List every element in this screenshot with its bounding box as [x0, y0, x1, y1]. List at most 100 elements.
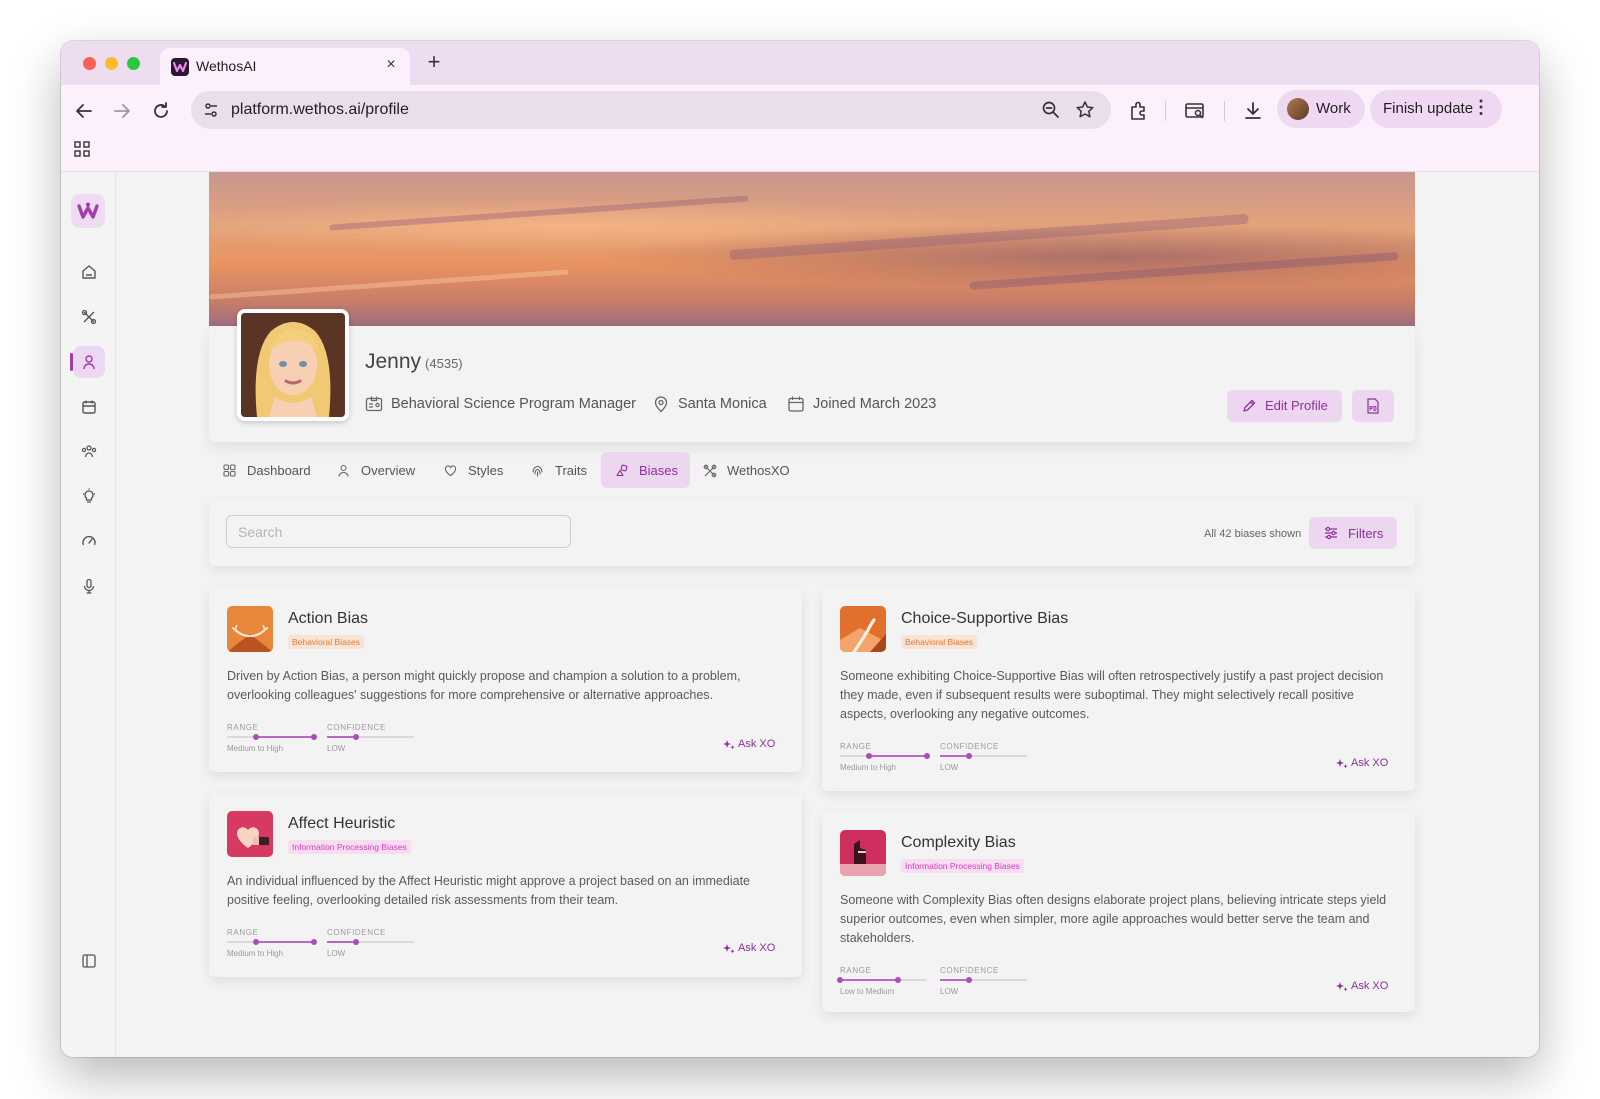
maximize-window-button[interactable] — [127, 57, 140, 70]
back-icon[interactable] — [73, 100, 97, 124]
choice-supportive-bias-image — [840, 606, 886, 652]
tab-title: WethosAI — [196, 58, 257, 74]
confidence-value: LOW — [940, 987, 959, 996]
zoom-icon[interactable] — [1041, 100, 1061, 125]
app-content: Jenny (4535) Behavioral Science Program M… — [61, 172, 1539, 1057]
range-max-handle — [924, 753, 930, 759]
close-tab-icon[interactable]: × — [382, 56, 400, 74]
sidebar-item-voice[interactable] — [73, 570, 105, 602]
tab-dashboard[interactable]: Dashboard — [209, 452, 315, 488]
ask-xo-label: Ask XO — [1351, 757, 1389, 769]
url-text[interactable]: platform.wethos.ai/profile — [231, 101, 409, 119]
new-tab-button[interactable]: + — [423, 51, 445, 73]
bias-card-action-bias[interactable]: Action Bias Behavioral Biases Driven by … — [209, 588, 802, 772]
range-track — [227, 734, 317, 740]
ask-xo-button[interactable]: Ask XO — [1336, 980, 1388, 992]
range-value: Medium to High — [227, 949, 284, 958]
browser-window: WethosAI × + platform.wethos.ai/profile — [61, 41, 1539, 1057]
confidence-label: CONFIDENCE — [327, 928, 386, 937]
tab-overview[interactable]: Overview — [323, 452, 423, 488]
sidebar-item-tools[interactable] — [73, 301, 105, 333]
confidence-handle — [965, 753, 972, 759]
sidebar-item-calendar[interactable] — [73, 391, 105, 423]
range-track — [227, 939, 317, 945]
sidebar-item-performance[interactable] — [73, 525, 105, 557]
wethos-logo-icon[interactable] — [71, 194, 105, 228]
range-min-handle — [252, 734, 259, 740]
range-fill — [255, 736, 314, 738]
bias-category-tag: Behavioral Biases — [288, 635, 365, 649]
tab-styles-label: Styles — [468, 463, 504, 478]
search-input[interactable] — [226, 515, 571, 548]
finish-update-button[interactable]: Finish update ⋮ — [1370, 90, 1502, 128]
calendar-icon — [788, 396, 804, 412]
extensions-icon[interactable] — [1128, 100, 1150, 127]
ask-xo-button[interactable]: Ask XO — [723, 738, 775, 750]
tab-dashboard-label: Dashboard — [247, 463, 311, 478]
sidebar-item-profile[interactable] — [70, 346, 105, 378]
calendar-icon — [82, 400, 96, 414]
bias-category-tag: Behavioral Biases — [901, 635, 978, 649]
bias-card-choice-supportive-bias[interactable]: Choice-Supportive Bias Behavioral Biases… — [822, 588, 1415, 791]
edit-profile-label: Edit Profile — [1265, 398, 1328, 413]
confidence-fill — [940, 755, 969, 757]
site-settings-icon[interactable] — [203, 102, 219, 123]
forward-icon[interactable] — [111, 100, 135, 124]
range-label: RANGE — [227, 723, 259, 732]
bias-card-complexity-bias[interactable]: Complexity Bias Information Processing B… — [822, 812, 1415, 1012]
bookmark-star-icon[interactable] — [1075, 100, 1095, 125]
bias-description: Driven by Action Bias, a person might qu… — [227, 667, 740, 705]
person-icon — [338, 464, 349, 477]
profile-joined-text: Joined March 2023 — [813, 396, 937, 412]
sparkle-icon — [1336, 759, 1348, 769]
sidebar-item-team[interactable] — [73, 435, 105, 467]
bias-card-affect-heuristic[interactable]: Affect Heuristic Information Processing … — [209, 793, 802, 977]
export-pdf-button[interactable] — [1352, 390, 1394, 422]
tab-traits[interactable]: Traits — [517, 452, 597, 488]
home-icon — [82, 265, 96, 279]
tab-overview-label: Overview — [361, 463, 416, 478]
range-label: RANGE — [227, 928, 259, 937]
filters-button[interactable]: Filters — [1309, 517, 1397, 549]
range-fill — [868, 755, 927, 757]
browser-tab-strip: WethosAI × + — [61, 41, 1539, 85]
reload-icon[interactable] — [150, 100, 174, 124]
pencil-icon — [1243, 399, 1256, 412]
range-min-handle — [865, 753, 872, 759]
browser-profile-button[interactable]: Work — [1277, 90, 1365, 128]
ask-xo-button[interactable]: Ask XO — [1336, 757, 1388, 769]
tab-biases-label: Biases — [639, 463, 679, 478]
biases-toolbar: All 42 biases shown Filters — [209, 500, 1415, 566]
collapse-sidebar-button[interactable] — [73, 945, 105, 977]
profile-joined: Joined March 2023 — [787, 396, 936, 412]
download-icon[interactable] — [1242, 100, 1264, 127]
sidebar-item-home[interactable] — [73, 256, 105, 288]
range-value: Low to Medium — [840, 987, 895, 996]
browser-menu-icon[interactable]: ⋮ — [1472, 97, 1490, 118]
bias-description-line: Someone exhibiting Choice-Supportive Bia… — [840, 669, 1384, 683]
bias-title: Complexity Bias — [901, 834, 1016, 851]
apps-grid-icon[interactable] — [74, 141, 90, 162]
tab-biases[interactable]: Biases — [601, 452, 690, 488]
profile-avatar-icon — [1287, 98, 1309, 120]
edit-profile-button[interactable]: Edit Profile — [1227, 390, 1342, 422]
address-bar[interactable]: platform.wethos.ai/profile — [191, 91, 1111, 129]
range-min-handle — [252, 939, 259, 945]
grid-icon — [223, 464, 236, 477]
profile-header-card: Jenny (4535) Behavioral Science Program M… — [209, 309, 1415, 442]
update-label: Finish update — [1383, 100, 1474, 117]
confidence-fill — [327, 941, 356, 943]
close-window-button[interactable] — [83, 57, 96, 70]
minimize-window-button[interactable] — [105, 57, 118, 70]
confidence-handle — [352, 939, 359, 945]
location-pin-icon — [654, 396, 668, 413]
tab-styles[interactable]: Styles — [430, 452, 510, 488]
browser-tab-wethosai[interactable]: WethosAI × — [160, 48, 410, 85]
tab-search-icon[interactable] — [1184, 100, 1206, 127]
ask-xo-button[interactable]: Ask XO — [723, 942, 775, 954]
microphone-icon — [83, 578, 95, 594]
tab-wethosxo[interactable]: WethosXO — [689, 452, 799, 488]
sidebar-item-insights[interactable] — [73, 480, 105, 512]
bias-description-line: Someone with Complexity Bias often desig… — [840, 893, 1387, 907]
bias-title: Action Bias — [288, 610, 369, 627]
